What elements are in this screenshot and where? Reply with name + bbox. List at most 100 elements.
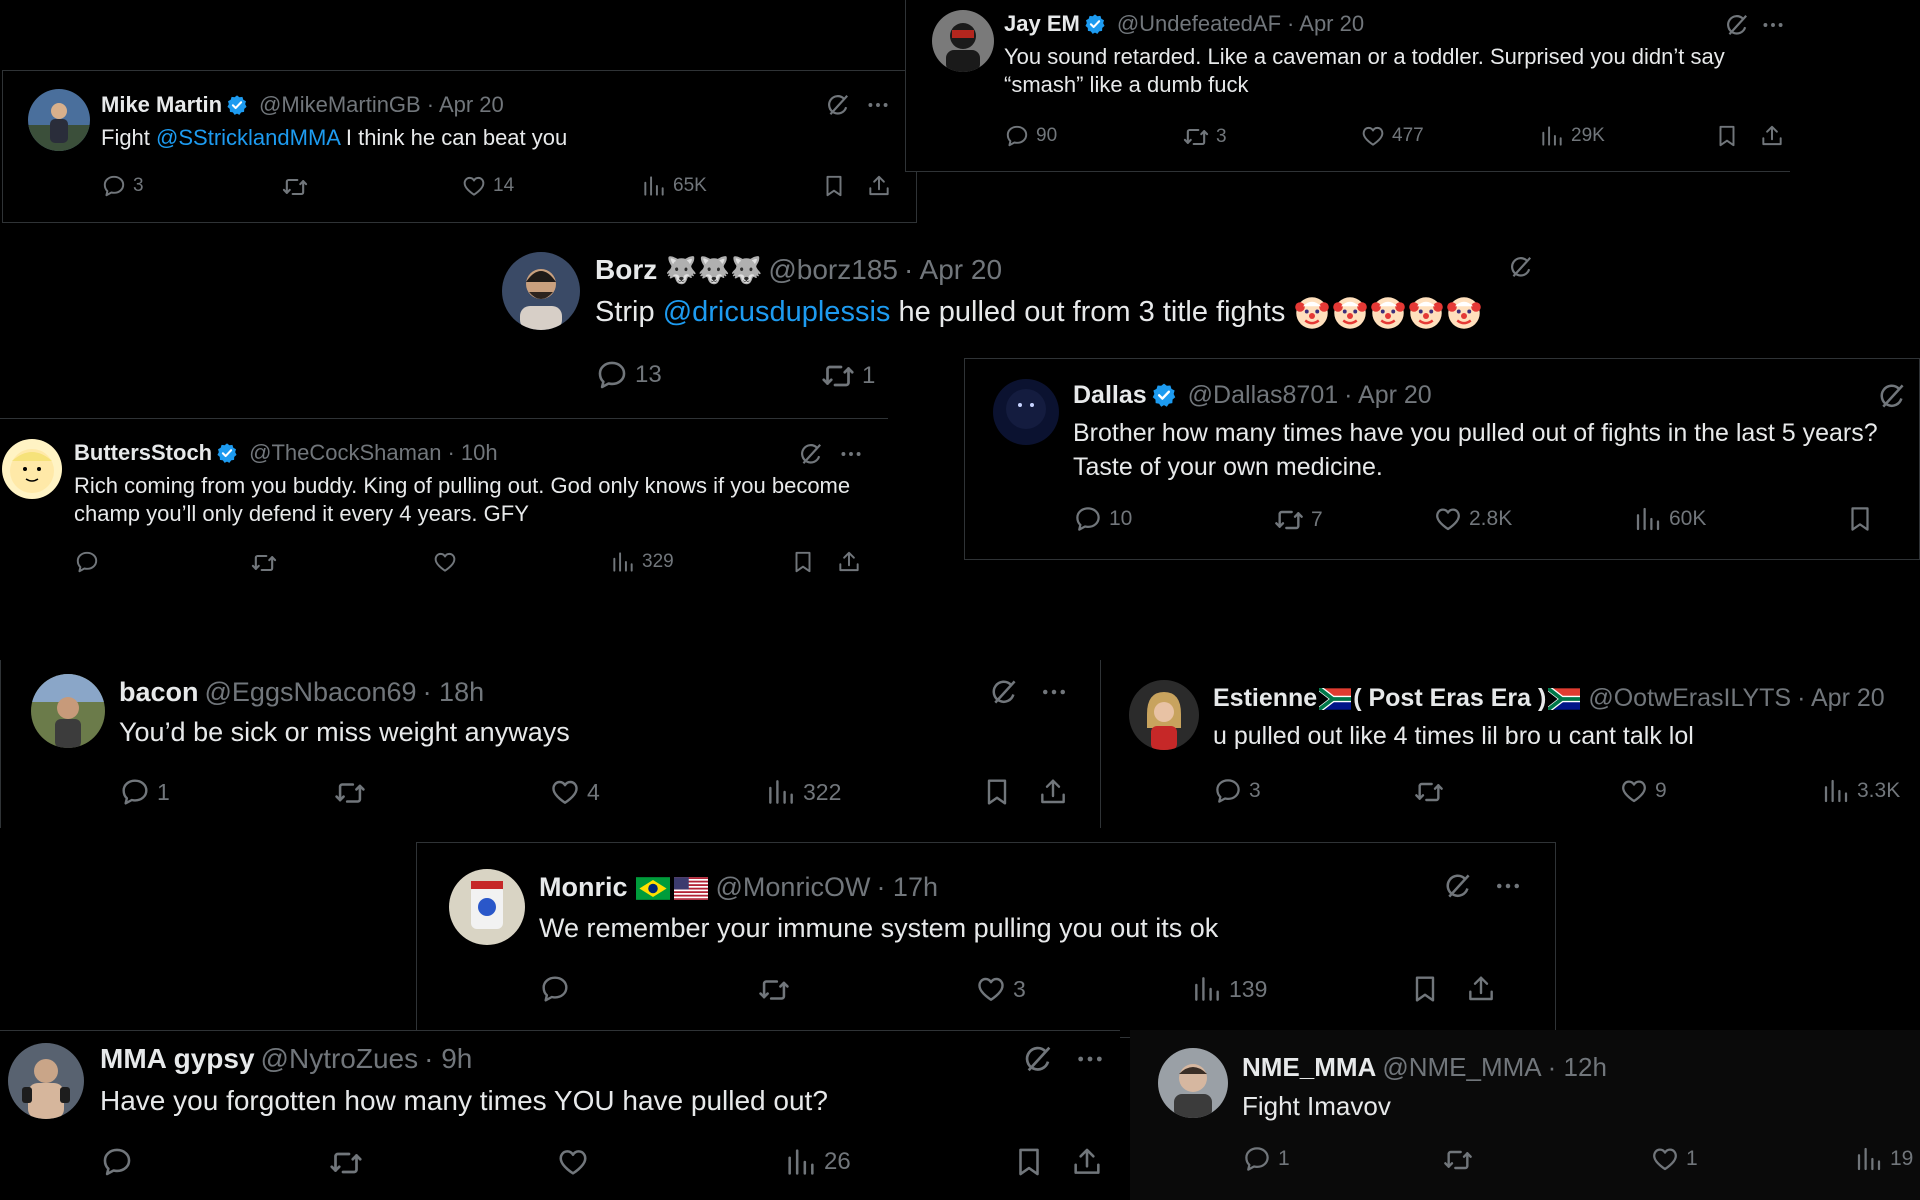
share-button[interactable] [1465, 973, 1497, 1005]
grok-icon[interactable] [1508, 254, 1534, 280]
timestamp[interactable]: · 12h [1548, 1052, 1607, 1083]
avatar[interactable] [8, 1043, 84, 1119]
share-button[interactable] [866, 173, 892, 199]
reply-button[interactable] [539, 973, 577, 1005]
reply-button[interactable] [100, 1145, 140, 1179]
display-name[interactable]: bacon [119, 677, 199, 708]
bookmark-button[interactable] [1845, 504, 1875, 534]
tweet-nme-mma[interactable]: NME_MMA @NME_MMA · 12h Fight Imavov 1 1 … [1130, 1030, 1920, 1200]
grok-icon[interactable] [1443, 871, 1473, 901]
reply-button[interactable]: 90 [1004, 123, 1057, 149]
tweet-mike-martin[interactable]: Mike Martin @MikeMartinGB · Apr 20 Fight… [2, 70, 917, 223]
bookmark-button[interactable] [981, 776, 1013, 808]
handle[interactable]: @TheCockShaman [249, 440, 441, 466]
timestamp[interactable]: · Apr 20 [1287, 11, 1364, 37]
display-name[interactable]: NME_MMA [1242, 1052, 1376, 1083]
grok-icon[interactable] [825, 92, 851, 118]
handle[interactable]: @MikeMartinGB [259, 92, 421, 118]
like-button[interactable]: 9 [1619, 776, 1667, 806]
repost-button[interactable] [757, 973, 797, 1007]
more-icon[interactable] [1039, 677, 1069, 707]
display-name[interactable]: Monric [539, 872, 710, 903]
tweet-mma-gypsy[interactable]: MMA gypsy @NytroZues · 9h Have you forgo… [0, 1030, 1120, 1200]
grok-icon[interactable] [798, 441, 824, 467]
like-button[interactable]: 4 [549, 776, 600, 808]
tweet-jay-em[interactable]: Jay EM @UndefeatedAF · Apr 20 You sound … [905, 0, 1790, 172]
like-button[interactable]: 14 [461, 173, 514, 199]
repost-button[interactable] [1413, 776, 1451, 808]
handle[interactable]: @NytroZues [261, 1043, 419, 1075]
display-name[interactable]: Jay EM [1004, 11, 1080, 37]
avatar[interactable] [31, 674, 105, 748]
more-icon[interactable] [838, 441, 864, 467]
repost-button[interactable]: 7 [1273, 504, 1323, 536]
like-button[interactable]: 477 [1360, 123, 1424, 149]
avatar[interactable] [28, 89, 90, 151]
handle[interactable]: @borz185 [768, 254, 898, 286]
tweet-estienne[interactable]: Estienne( Post Eras Era ) @OotwErasILYTS… [1100, 660, 1920, 828]
avatar[interactable] [993, 379, 1059, 445]
reply-button[interactable]: 1 [119, 776, 170, 808]
repost-button[interactable]: 3 [1182, 123, 1227, 151]
views-button[interactable]: 322 [765, 776, 841, 808]
timestamp[interactable]: · 18h [423, 677, 485, 708]
repost-button[interactable] [281, 173, 315, 201]
display-name[interactable]: MMA gypsy [100, 1043, 255, 1075]
share-button[interactable] [836, 549, 862, 575]
like-button[interactable]: 1 [1650, 1144, 1698, 1174]
timestamp[interactable]: · 10h [447, 440, 497, 466]
grok-icon[interactable] [989, 677, 1019, 707]
like-button[interactable] [556, 1145, 596, 1179]
repost-button[interactable] [333, 776, 373, 810]
reply-button[interactable]: 1 [1242, 1144, 1290, 1174]
avatar[interactable] [932, 10, 994, 72]
avatar[interactable] [449, 869, 525, 945]
display-name[interactable]: Borz [595, 254, 657, 286]
avatar[interactable] [502, 252, 580, 330]
share-button[interactable] [1070, 1145, 1104, 1179]
mention-link[interactable]: @dricusduplessis [663, 296, 891, 328]
timestamp[interactable]: · 17h [876, 872, 938, 903]
reply-button[interactable]: 3 [1213, 776, 1261, 806]
reply-button[interactable]: 13 [595, 358, 662, 392]
bookmark-button[interactable] [790, 549, 816, 575]
handle[interactable]: @UndefeatedAF [1117, 11, 1281, 37]
avatar[interactable] [1129, 680, 1199, 750]
grok-icon[interactable] [1724, 12, 1750, 38]
repost-button[interactable] [250, 549, 284, 577]
more-icon[interactable] [1074, 1043, 1106, 1075]
tweet-bacon[interactable]: bacon @EggsNbacon69 · 18h You’d be sick … [0, 660, 1098, 828]
display-name[interactable]: Mike Martin [101, 92, 222, 118]
timestamp[interactable]: · Apr 20 [427, 92, 504, 118]
timestamp[interactable]: · Apr 20 [904, 254, 1002, 286]
more-icon[interactable] [865, 92, 891, 118]
handle[interactable]: @OotwErasILYTS [1588, 684, 1791, 713]
more-icon[interactable] [1760, 12, 1786, 38]
handle[interactable]: @NME_MMA [1382, 1052, 1541, 1083]
views-button[interactable]: 139 [1191, 973, 1267, 1005]
mention-link[interactable]: @SStricklandMMA [156, 125, 340, 150]
repost-button[interactable]: 1 [820, 358, 875, 394]
tweet-monric[interactable]: Monric @MonricOW · 17h We remember your … [416, 842, 1556, 1038]
views-button[interactable]: 60K [1633, 504, 1706, 534]
reply-button[interactable] [74, 549, 106, 575]
timestamp[interactable]: · 9h [424, 1043, 472, 1075]
views-button[interactable]: 19 [1854, 1144, 1913, 1174]
bookmark-button[interactable] [1409, 973, 1441, 1005]
reply-button[interactable]: 3 [101, 173, 144, 199]
like-button[interactable]: 3 [975, 973, 1026, 1005]
reply-button[interactable]: 10 [1073, 504, 1132, 534]
views-button[interactable]: 65K [641, 173, 707, 199]
views-button[interactable]: 329 [610, 549, 674, 575]
share-button[interactable] [1759, 123, 1785, 149]
tweet-dallas[interactable]: Dallas @Dallas8701 · Apr 20 Brother how … [964, 358, 1920, 560]
handle[interactable]: @Dallas8701 [1188, 381, 1338, 410]
like-button[interactable] [432, 549, 464, 575]
grok-icon[interactable] [1022, 1043, 1054, 1075]
share-button[interactable] [1037, 776, 1069, 808]
more-icon[interactable] [1493, 871, 1523, 901]
avatar[interactable] [1158, 1048, 1228, 1118]
views-button[interactable]: 3.3K [1821, 776, 1900, 806]
views-button[interactable]: 26 [784, 1145, 851, 1179]
tweet-butters[interactable]: ButtersStoch @TheCockShaman · 10h Rich c… [0, 418, 888, 593]
